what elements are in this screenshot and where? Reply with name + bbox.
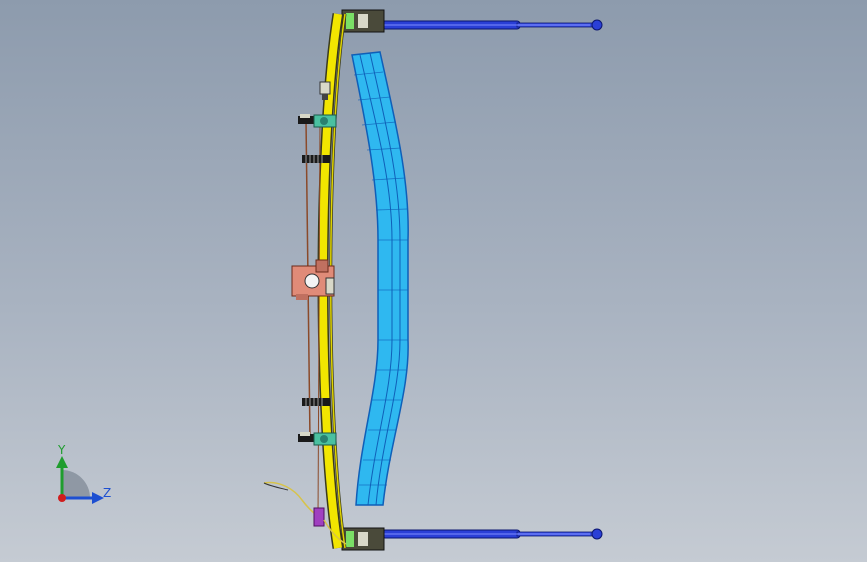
lower-rod-bracket[interactable]	[341, 527, 385, 551]
lower-spring-bolt[interactable]	[302, 398, 330, 406]
cad-model[interactable]	[0, 0, 867, 562]
3d-viewport[interactable]: Y Z	[0, 0, 867, 562]
coordinate-triad-icon	[56, 456, 104, 504]
upper-spring-bolt[interactable]	[302, 155, 330, 163]
y-axis-label: Y	[58, 443, 66, 457]
upper-clamp[interactable]	[298, 114, 337, 128]
z-axis-label: Z	[103, 486, 112, 500]
lower-clamp[interactable]	[298, 432, 337, 446]
blue-beam[interactable]	[351, 51, 409, 506]
center-bracket[interactable]	[291, 259, 335, 300]
upper-rod-bracket[interactable]	[341, 9, 385, 33]
lower-rod[interactable]	[381, 528, 603, 540]
upper-rod[interactable]	[381, 19, 603, 31]
